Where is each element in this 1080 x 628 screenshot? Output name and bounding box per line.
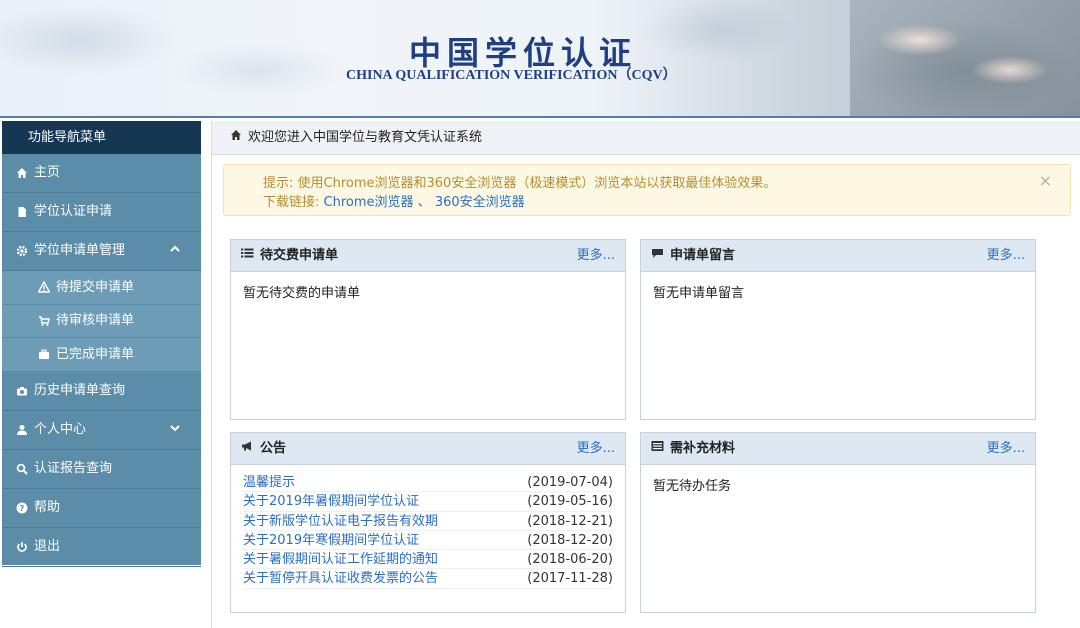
panel-header: 公告 更多... — [231, 433, 625, 465]
alert-download-line: 下载链接: Chrome浏览器 、 360安全浏览器 — [263, 193, 1070, 212]
sidebar-item-history-query[interactable]: 历史申请单查询 — [2, 372, 201, 411]
notice-title[interactable]: 关于2019年暑假期间学位认证 — [243, 492, 419, 510]
megaphone-icon — [241, 433, 254, 465]
user-icon — [16, 424, 28, 436]
site-subtitle: CHINA QUALIFICATION VERIFICATION（CQV） — [346, 68, 677, 83]
close-icon[interactable]: × — [1039, 171, 1052, 190]
camera-icon — [16, 385, 28, 397]
search-icon — [16, 463, 28, 475]
main-content: 欢迎您进入中国学位与教育文凭认证系统 提示: 使用Chrome浏览器和360安全… — [211, 121, 1080, 628]
home-icon — [230, 121, 242, 155]
empty-message: 暂无待交费的申请单 — [243, 286, 361, 301]
sidebar-item-help[interactable]: ? 帮助 — [2, 489, 201, 528]
messages-panel: 申请单留言 更多... 暂无申请单留言 — [640, 239, 1036, 420]
main-header: 欢迎您进入中国学位与教育文凭认证系统 — [212, 121, 1080, 155]
list-item[interactable]: 关于暑假期间认证工作延期的通知 (2018-06-20) — [243, 550, 613, 570]
panel-title: 待交费申请单 — [260, 247, 339, 263]
chrome-download-link[interactable]: Chrome浏览器 — [324, 195, 414, 210]
gear-icon — [16, 245, 28, 257]
sidebar-item-degree-application[interactable]: 学位认证申请 — [2, 193, 201, 232]
sidebar-item-home[interactable]: 主页 — [2, 154, 201, 193]
empty-message: 暂无申请单留言 — [653, 286, 745, 301]
download-label: 下载链接: — [263, 195, 320, 210]
sidebar-item-pending-submit[interactable]: 待提交申请单 — [2, 271, 201, 305]
notice-title[interactable]: 温馨提示 — [243, 473, 295, 491]
sidebar-item-report-query[interactable]: 认证报告查询 — [2, 450, 201, 489]
list-item[interactable]: 温馨提示 (2019-07-04) — [243, 473, 613, 493]
list-item[interactable]: 关于暂停开具认证收费发票的公告 (2017-11-28) — [243, 569, 613, 589]
more-link[interactable]: 更多... — [577, 240, 615, 272]
sidebar-item-logout[interactable]: 退出 — [2, 528, 201, 567]
sidebar-item-label: 待提交申请单 — [56, 279, 135, 295]
sidebar-item-personal-center[interactable]: 个人中心 — [2, 411, 201, 450]
list-item[interactable]: 关于2019年寒假期间学位认证 (2018-12-20) — [243, 531, 613, 551]
sidebar-item-label: 已完成申请单 — [56, 346, 135, 362]
panel-title: 公告 — [260, 440, 287, 456]
pending-payment-panel: 待交费申请单 更多... 暂无待交费的申请单 — [230, 239, 626, 420]
panel-header: 需补充材料 更多... — [641, 433, 1035, 465]
warning-icon — [38, 281, 50, 293]
notices-panel: 公告 更多... 温馨提示 (2019-07-04) 关于2019年暑假期间学位… — [230, 432, 626, 613]
power-icon — [16, 541, 28, 553]
sidebar-item-label: 帮助 — [34, 499, 61, 515]
panel-header: 申请单留言 更多... — [641, 240, 1035, 272]
home-icon — [16, 167, 28, 179]
sidebar-item-application-management[interactable]: 学位申请单管理 — [2, 232, 201, 271]
notice-date: (2018-12-21) — [527, 513, 613, 529]
banner-divider — [0, 116, 1080, 118]
sidebar-item-label: 退出 — [34, 538, 61, 554]
list-item[interactable]: 关于2019年暑假期间学位认证 (2019-05-16) — [243, 492, 613, 512]
notice-date: (2019-05-16) — [527, 494, 613, 510]
welcome-text: 欢迎您进入中国学位与教育文凭认证系统 — [248, 129, 483, 145]
notice-date: (2019-07-04) — [527, 475, 613, 490]
notice-date: (2018-12-20) — [527, 532, 613, 548]
more-link[interactable]: 更多... — [987, 433, 1025, 465]
sidebar-item-completed[interactable]: 已完成申请单 — [2, 338, 201, 372]
panel-title: 需补充材料 — [670, 440, 736, 456]
cart-icon — [38, 315, 50, 327]
notice-title[interactable]: 关于暂停开具认证收费发票的公告 — [243, 569, 438, 587]
list-item[interactable]: 关于新版学位认证电子报告有效期 (2018-12-21) — [243, 512, 613, 531]
sidebar-item-pending-review[interactable]: 待审核申请单 — [2, 304, 201, 338]
alert-tip-text: 提示: 使用Chrome浏览器和360安全浏览器（极速模式）浏览本站以获取最佳体… — [263, 176, 777, 191]
chevron-up-icon[interactable] — [169, 232, 181, 270]
notice-title[interactable]: 关于新版学位认证电子报告有效期 — [243, 512, 438, 530]
document-icon — [16, 206, 28, 218]
sidebar-item-label: 待审核申请单 — [56, 313, 135, 329]
chevron-down-icon[interactable] — [169, 411, 181, 449]
notice-list: 温馨提示 (2019-07-04) 关于2019年暑假期间学位认证 (2019-… — [231, 465, 625, 589]
notice-title[interactable]: 关于2019年寒假期间学位认证 — [243, 531, 419, 549]
more-link[interactable]: 更多... — [987, 240, 1025, 272]
sidebar: 功能导航菜单 主页 学位认证申请 学位申请单管理 待提交申请单 待审核申请单 已… — [2, 121, 201, 567]
sidebar-item-label: 个人中心 — [34, 421, 87, 437]
comment-icon — [651, 240, 664, 272]
sidebar-item-label: 学位申请单管理 — [34, 243, 126, 258]
browser-tip-alert: 提示: 使用Chrome浏览器和360安全浏览器（极速模式）浏览本站以获取最佳体… — [223, 164, 1071, 216]
svg-text:?: ? — [20, 504, 25, 513]
link-separator: 、 — [417, 195, 431, 210]
sidebar-item-label: 学位认证申请 — [34, 204, 113, 219]
notice-title[interactable]: 关于暑假期间认证工作延期的通知 — [243, 550, 438, 568]
banner-photo — [850, 0, 1080, 118]
materials-panel: 需补充材料 更多... 暂无待办任务 — [640, 432, 1036, 613]
sidebar-item-label: 认证报告查询 — [34, 460, 113, 476]
panel-header: 待交费申请单 更多... — [231, 240, 625, 272]
360-download-link[interactable]: 360安全浏览器 — [435, 195, 525, 210]
notice-date: (2018-06-20) — [527, 552, 613, 568]
list-icon — [241, 240, 254, 272]
more-link[interactable]: 更多... — [577, 433, 615, 465]
empty-message: 暂无待办任务 — [653, 479, 732, 494]
panel-title: 申请单留言 — [670, 247, 736, 263]
sidebar-item-label: 历史申请单查询 — [34, 382, 126, 398]
header-banner: 中国学位认证 CHINA QUALIFICATION VERIFICATION（… — [0, 0, 1080, 118]
sidebar-header: 功能导航菜单 — [2, 121, 201, 154]
briefcase-icon — [38, 348, 50, 360]
help-icon: ? — [16, 502, 28, 514]
notice-date: (2017-11-28) — [527, 571, 613, 587]
sidebar-item-label: 主页 — [34, 165, 61, 180]
list-alt-icon — [651, 433, 664, 465]
